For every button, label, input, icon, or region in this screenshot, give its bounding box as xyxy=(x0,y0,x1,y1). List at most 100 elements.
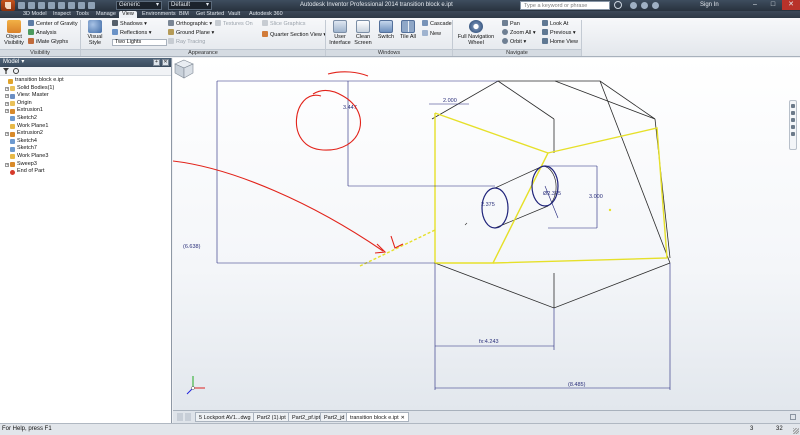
filter-icon[interactable] xyxy=(3,68,9,74)
slice-graphics-button[interactable]: Slice Graphics xyxy=(262,20,305,27)
tab-tools[interactable]: Tools xyxy=(73,11,92,18)
tree-node[interactable]: + Origin xyxy=(0,100,171,108)
dim-text-3000[interactable]: 3.000 xyxy=(589,194,603,200)
look-at-button[interactable]: Look At xyxy=(542,20,568,27)
search-icon[interactable] xyxy=(614,1,622,9)
tab-vault[interactable]: Vault xyxy=(225,11,243,18)
tab-autodesk-360[interactable]: Autodesk 360 xyxy=(246,11,286,18)
model-drawing[interactable]: 2.000 3.447 (6.638) 2.375 Ø2.375 3.000 f… xyxy=(173,58,800,410)
tab-view[interactable]: View xyxy=(119,11,137,18)
tree-node[interactable]: + View: Master xyxy=(0,92,171,100)
sign-in-link[interactable]: Sign In xyxy=(700,2,719,8)
clean-screen-button[interactable]: Clean Screen xyxy=(353,20,373,46)
dim-text-2375-right[interactable]: Ø2.375 xyxy=(543,191,561,197)
style-combo[interactable]: Default xyxy=(168,1,212,10)
analysis-button[interactable]: Analysis xyxy=(28,29,56,36)
update-icon[interactable] xyxy=(78,2,85,9)
minimize-button[interactable]: – xyxy=(746,0,764,10)
tile-all-button[interactable]: Tile All xyxy=(398,20,418,40)
tree-node[interactable]: + Solid Bodies(1) xyxy=(0,85,171,93)
lighting-style-dropdown[interactable]: Two Lights xyxy=(112,39,167,46)
new-window-button[interactable]: New xyxy=(422,30,441,37)
cascade-button[interactable]: Cascade xyxy=(422,20,452,27)
reflections-button[interactable]: Reflections ▾ xyxy=(112,29,152,36)
close-tab-icon[interactable]: ✕ xyxy=(401,415,405,421)
tab-environments[interactable]: Environments xyxy=(139,11,179,18)
ground-plane-button[interactable]: Ground Plane ▾ xyxy=(168,29,214,36)
home-icon[interactable] xyxy=(68,2,75,9)
search-input[interactable]: Type a keyword or phrase xyxy=(520,1,610,10)
redo-icon[interactable] xyxy=(58,2,65,9)
browser-dropdown-icon[interactable]: ▾ xyxy=(21,59,24,65)
select-icon[interactable] xyxy=(88,2,95,9)
full-navigation-wheel-button[interactable]: Full Navigation Wheel xyxy=(456,20,496,46)
tree-node[interactable]: Work Plane3 xyxy=(0,153,171,161)
tab-get-started[interactable]: Get Started xyxy=(193,11,227,18)
tab-manage[interactable]: Manage xyxy=(93,11,119,18)
viewcube-icon[interactable] xyxy=(173,58,195,80)
dim-text-4243[interactable]: fx:4.243 xyxy=(479,339,499,345)
pan-button[interactable]: Pan xyxy=(502,20,520,27)
resize-grip-icon[interactable] xyxy=(793,428,799,434)
communication-center-icon[interactable] xyxy=(630,2,637,9)
save-icon[interactable] xyxy=(38,2,45,9)
expand-toggle-icon[interactable]: + xyxy=(5,109,9,114)
expand-toggle-icon[interactable]: + xyxy=(5,101,9,106)
tree-node[interactable]: End of Part xyxy=(0,168,171,176)
close-button[interactable]: ✕ xyxy=(782,0,800,10)
tab-3d-model[interactable]: 3D Model xyxy=(20,11,50,18)
tile-vertical-icon[interactable] xyxy=(185,413,191,421)
document-menu-icon[interactable] xyxy=(790,414,796,420)
dim-text-8485[interactable]: (8.485) xyxy=(568,382,586,388)
tree-node[interactable]: Sketch7 xyxy=(0,145,171,153)
expand-toggle-icon[interactable]: + xyxy=(5,94,9,99)
application-menu-button[interactable] xyxy=(1,0,15,11)
tile-horizontal-icon[interactable] xyxy=(177,413,183,421)
nav-orbit-icon[interactable] xyxy=(791,125,795,129)
nav-pan-icon[interactable] xyxy=(791,111,795,115)
tab-bim[interactable]: BIM xyxy=(176,11,192,18)
tree-node[interactable]: + Extrusion2 xyxy=(0,130,171,138)
favorites-icon[interactable] xyxy=(641,2,648,9)
switch-button[interactable]: Switch xyxy=(376,20,396,40)
user-icon[interactable] xyxy=(652,2,659,9)
object-visibility-button[interactable]: Object Visibility xyxy=(3,20,25,46)
imate-glyphs-button[interactable]: iMate Glyphs xyxy=(28,38,68,45)
tree-node[interactable]: + Extrusion1 xyxy=(0,107,171,115)
browser-title[interactable]: Model xyxy=(3,59,19,65)
user-interface-button[interactable]: User Interface xyxy=(328,20,352,46)
dim-text-2375-left[interactable]: 2.375 xyxy=(481,202,495,208)
tab-inspect[interactable]: Inspect xyxy=(50,11,74,18)
center-of-gravity-button[interactable]: Center of Gravity xyxy=(28,20,78,27)
home-view-button[interactable]: Home View xyxy=(542,38,578,45)
expand-toggle-icon[interactable]: + xyxy=(5,86,9,91)
zoom-all-button[interactable]: Zoom All ▾ xyxy=(502,29,536,36)
new-file-icon[interactable] xyxy=(18,2,25,9)
doc-tab-lockport[interactable]: 5 Lockport AV1...dwg xyxy=(195,412,255,422)
open-file-icon[interactable] xyxy=(28,2,35,9)
previous-view-button[interactable]: Previous ▾ xyxy=(542,29,576,36)
doc-tab-part2-pf[interactable]: Part2_pf.ipt xyxy=(288,412,325,422)
expand-toggle-icon[interactable]: + xyxy=(5,162,9,167)
orthographic-button[interactable]: Orthographic ▾ xyxy=(168,20,212,27)
tree-node[interactable]: + Sweep3 xyxy=(0,161,171,169)
doc-tab-transition-block[interactable]: transition block e.ipt ✕ xyxy=(346,412,409,422)
doc-tab-part2-1[interactable]: Part2 (1).ipt xyxy=(253,412,290,422)
close-browser-icon[interactable]: ✕ xyxy=(162,59,169,66)
nav-look-at-icon[interactable] xyxy=(791,132,795,136)
dim-text-6638[interactable]: (6.638) xyxy=(183,244,201,250)
quarter-section-view-button[interactable]: Quarter Section View ▾ xyxy=(262,31,326,38)
doc-tab-part2-jd[interactable]: Part2_jd xyxy=(320,412,349,422)
ray-tracing-button[interactable]: Ray Tracing xyxy=(168,38,205,45)
tree-node[interactable]: transition block e.ipt xyxy=(0,77,171,85)
tree-node[interactable]: Work Plane1 xyxy=(0,123,171,131)
undo-icon[interactable] xyxy=(48,2,55,9)
maximize-button[interactable]: □ xyxy=(764,0,782,10)
shadows-button[interactable]: Shadows ▾ xyxy=(112,20,147,27)
nav-zoom-icon[interactable] xyxy=(791,118,795,122)
find-icon[interactable] xyxy=(13,68,19,74)
expand-toggle-icon[interactable]: + xyxy=(5,132,9,137)
graphics-viewport[interactable]: 2.000 3.447 (6.638) 2.375 Ø2.375 3.000 f… xyxy=(173,58,800,410)
dim-text-2000[interactable]: 2.000 xyxy=(443,98,457,104)
nav-wheel-icon[interactable] xyxy=(791,104,795,108)
